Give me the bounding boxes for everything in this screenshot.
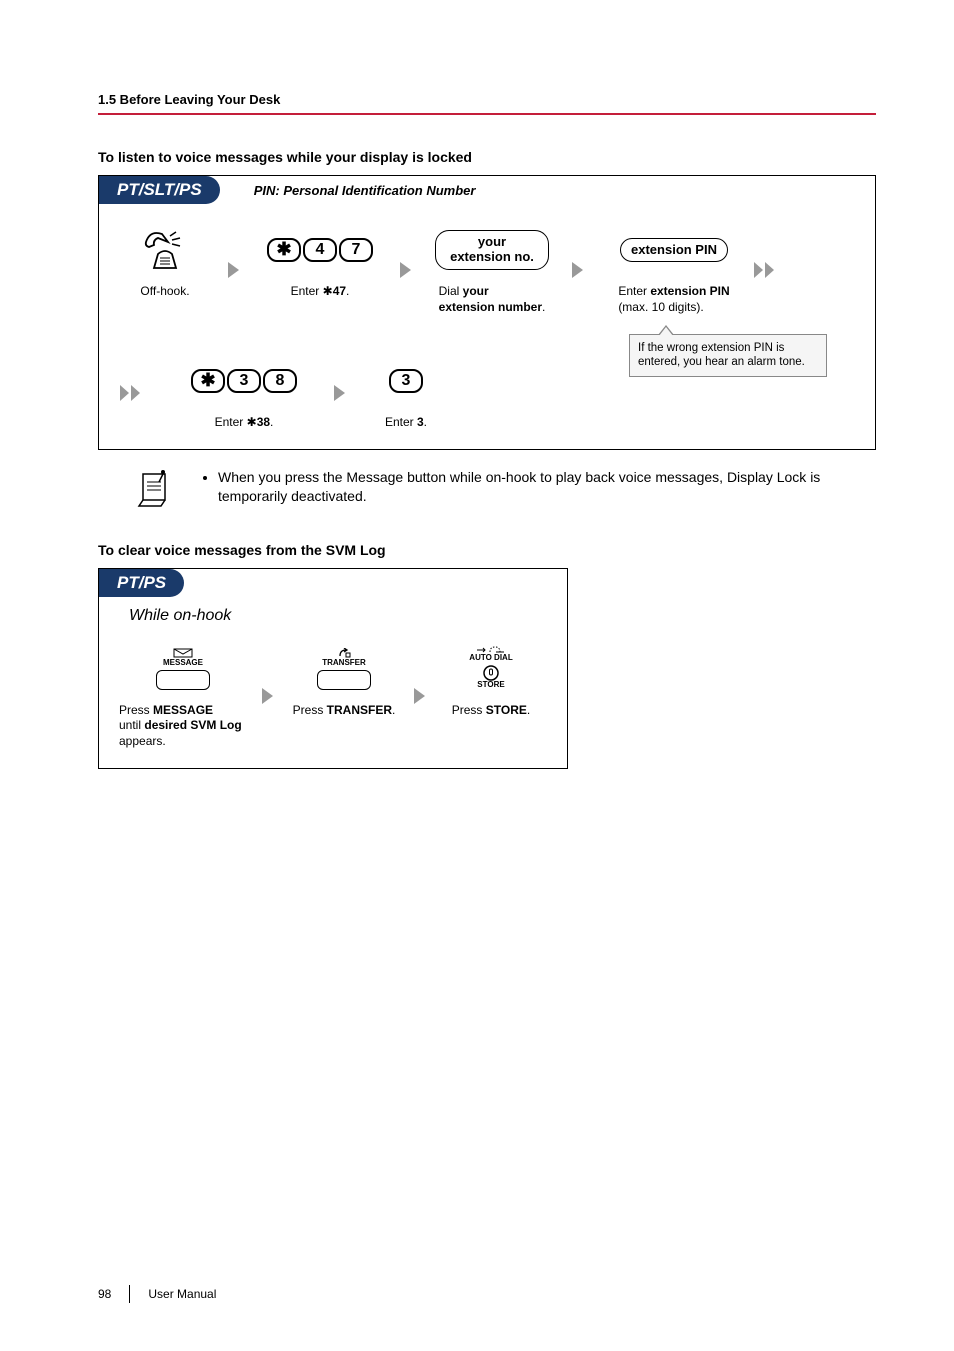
arrow-icon	[261, 670, 275, 722]
key-3: 3	[227, 369, 261, 393]
press-message-caption: Press MESSAGE until desired SVM Log appe…	[119, 703, 242, 750]
arrow-icon	[413, 670, 427, 722]
arrow-icon	[571, 244, 585, 296]
autodial-store-button-icon: AUTO DIAL STORE	[469, 646, 512, 692]
while-on-hook: While on-hook	[99, 597, 567, 629]
offhook-caption: Off-hook.	[140, 284, 189, 300]
wrap-arrow-icon	[753, 244, 777, 296]
key-4: 4	[303, 238, 337, 262]
key-star: ✱	[267, 238, 301, 262]
page-number: 98	[98, 1287, 111, 1301]
keys-star38: ✱38	[190, 355, 298, 407]
page-footer: 98 User Manual	[98, 1285, 216, 1303]
extension-no-pill: yourextension no.	[435, 230, 549, 270]
proc2-badge: PT/PS	[99, 569, 184, 597]
key-star: ✱	[191, 369, 225, 393]
enter-38-caption: Enter ✱38.	[215, 415, 274, 431]
arrow-icon	[333, 367, 347, 419]
key-3: 3	[389, 369, 423, 393]
note-text: When you press the Message button while …	[200, 466, 876, 506]
proc1-heading: To listen to voice messages while your d…	[98, 149, 876, 165]
key-7: 7	[339, 238, 373, 262]
proc2-heading: To clear voice messages from the SVM Log	[98, 542, 876, 558]
arrow-icon	[227, 244, 241, 296]
section-header: 1.5 Before Leaving Your Desk	[98, 92, 876, 107]
arrow-icon	[399, 244, 413, 296]
press-transfer-caption: Press TRANSFER.	[293, 703, 396, 719]
note-icon	[128, 466, 182, 512]
enter-47-caption: Enter ✱47.	[291, 284, 350, 300]
press-store-caption: Press STORE.	[452, 703, 530, 719]
key-3-solo: 3	[388, 355, 424, 407]
transfer-button-icon: TRANSFER	[317, 648, 371, 690]
pin-definition: PIN: Personal Identification Number	[254, 183, 476, 198]
dial-ext-caption: Dial yourextension number.	[439, 284, 546, 315]
pin-tip-callout: If the wrong extension PIN isentered, yo…	[629, 334, 827, 377]
message-button-icon: MESSAGE	[156, 648, 210, 690]
header-rule	[98, 113, 876, 115]
footer-label: User Manual	[148, 1287, 216, 1301]
proc2-box: PT/PS While on-hook MESSAGE Pre	[98, 568, 568, 769]
enter-3-caption: Enter 3.	[385, 415, 427, 431]
wrap-arrow-icon	[119, 367, 143, 419]
proc1-box: PT/SLT/PS PIN: Personal Identification N…	[98, 175, 876, 450]
keys-star47: ✱47	[266, 224, 374, 276]
key-8: 8	[263, 369, 297, 393]
offhook-icon	[140, 224, 190, 276]
enter-pin-caption: Enter extension PIN(max. 10 digits).	[618, 284, 729, 315]
proc1-badge: PT/SLT/PS	[99, 176, 220, 204]
extension-pin-pill: extension PIN	[620, 238, 728, 263]
